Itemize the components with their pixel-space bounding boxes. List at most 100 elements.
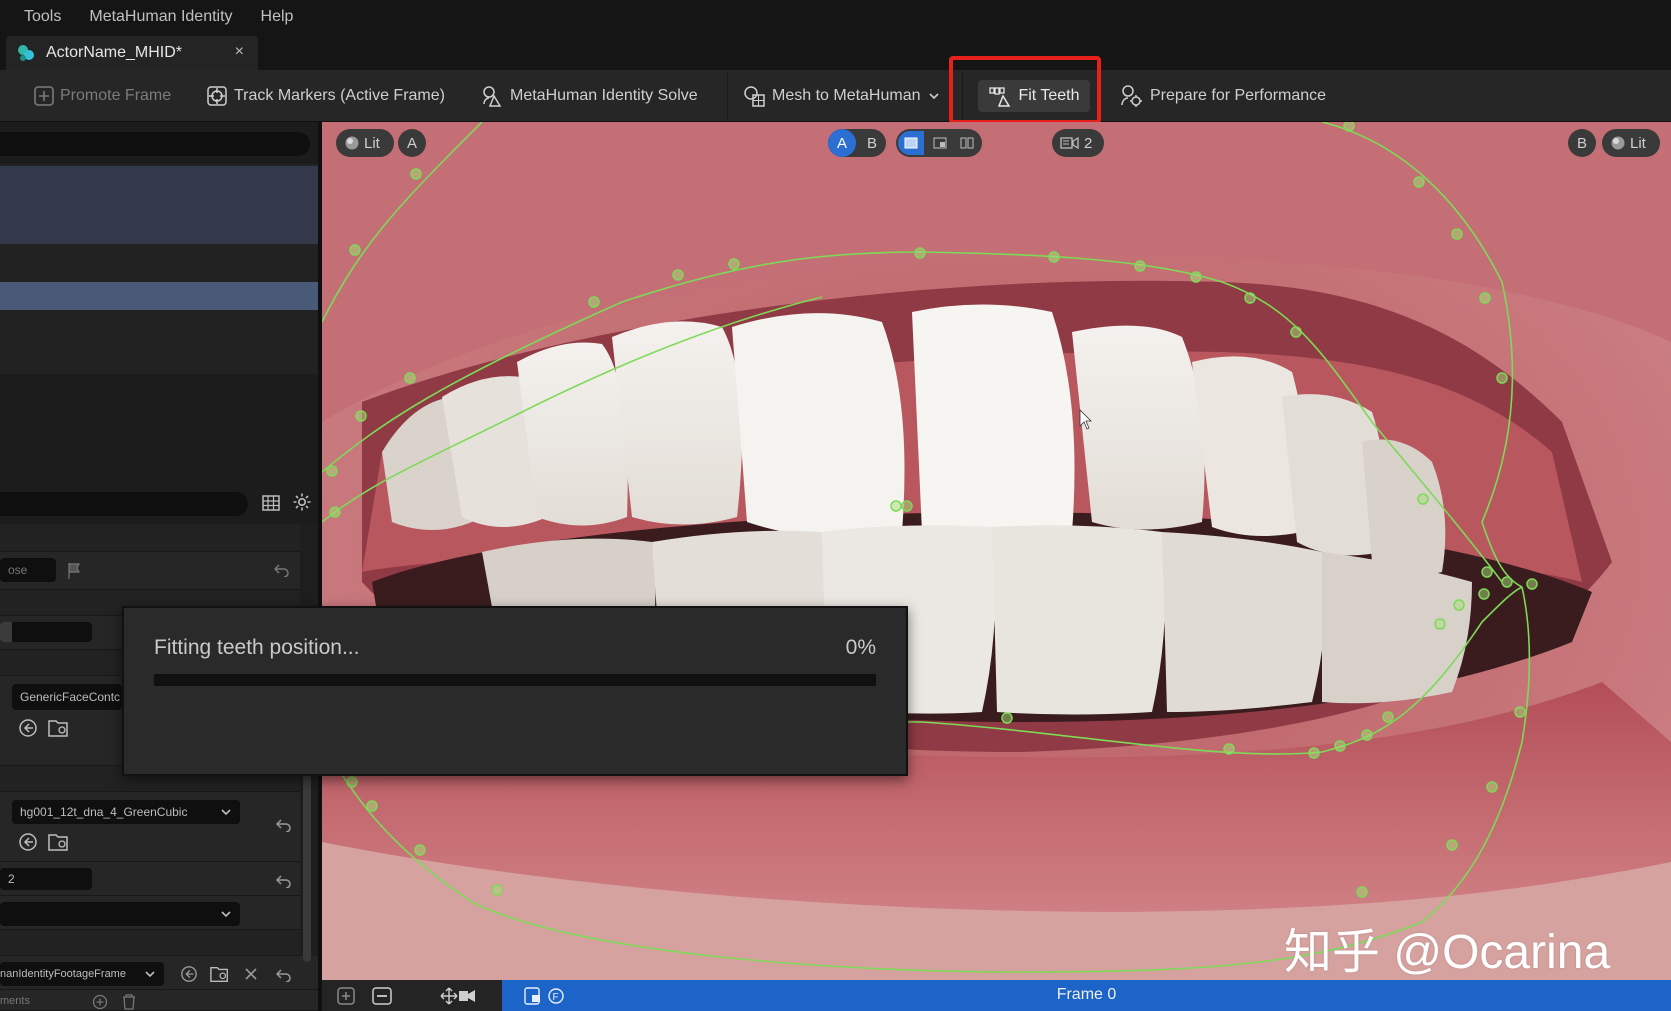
lit-sphere-icon [1611,136,1625,150]
chevron-down-icon[interactable] [927,89,941,103]
browse-arrow-icon[interactable] [18,832,38,852]
teeth-icon [989,87,1011,107]
identity-solve-label: MetaHuman Identity Solve [510,87,698,104]
view-a-button[interactable]: A [828,129,856,157]
left-view-a-button[interactable]: A [398,129,426,157]
slider-fill [0,622,12,642]
details-property-row: ments [0,990,318,1011]
mesh-icon [744,86,765,107]
document-tab-bar: ActorName_MHID* × [0,34,1671,70]
mouth-footage-image [322,122,1671,980]
details-property-row [0,896,300,930]
watermark-text: 知乎 @Ocarina [1284,926,1611,979]
gear-icon[interactable] [292,492,312,512]
reset-arrow-icon[interactable] [276,968,292,982]
plus-square-icon [34,86,54,106]
dual-view-icon [960,137,974,149]
menu-tools[interactable]: Tools [0,8,75,26]
dual-view-button[interactable] [954,131,980,155]
add-circle-icon[interactable] [92,994,108,1010]
browse-arrow-icon[interactable] [180,965,198,983]
outliner-search-input[interactable] [0,132,310,156]
lit-sphere-icon [345,136,359,150]
browse-folder-icon[interactable] [48,832,70,852]
timeline-bar[interactable]: F Frame 0 [502,980,1671,1011]
details-property-row: 2 [0,862,300,896]
table-view-icon[interactable] [262,494,280,512]
numeric-field[interactable]: 2 [0,868,92,890]
plus-square-icon [337,986,355,1005]
details-property-row: ose [0,552,300,590]
mesh-to-metahuman-label: Mesh to MetaHuman [772,87,921,104]
dna-asset-label: hg001_12t_dna_4_GreenCubic [20,805,188,819]
track-markers-button[interactable]: Track Markers (Active Frame) [206,80,445,112]
menu-help[interactable]: Help [247,8,308,26]
view-b-button[interactable]: B [858,129,886,157]
details-category-row [0,524,300,552]
empty-combo[interactable] [0,902,240,926]
right-view-b-button[interactable]: B [1568,129,1596,157]
metahuman-identity-icon [18,45,34,61]
camera-count-label: 2 [1084,134,1093,152]
document-tab[interactable]: ActorName_MHID* × [6,36,258,70]
reset-arrow-icon[interactable] [274,563,290,577]
right-lit-mode-button[interactable]: Lit [1602,129,1660,157]
single-view-button[interactable] [898,131,924,155]
view-b-label: B [866,134,877,152]
clear-x-icon[interactable] [244,967,258,981]
camera-icon [1060,136,1079,150]
promote-frame-button[interactable]: Promote Frame [34,80,171,112]
viewport[interactable]: Lit A A B 2 B Lit [322,122,1671,980]
left-panel: ose GenericFaceContc hg001_12t_dna_4_Gre… [0,122,322,1011]
slider-field[interactable] [0,622,92,642]
pose-name-field[interactable]: ose [0,558,56,582]
frame-label: Frame 0 [1056,986,1117,1003]
progress-message: Fitting teeth position... [154,636,360,659]
dna-asset-combo[interactable]: hg001_12t_dna_4_GreenCubic [12,800,240,824]
reset-arrow-icon[interactable] [276,818,292,832]
target-icon [207,86,227,106]
details-search-input[interactable] [0,492,248,516]
single-view-icon [904,137,918,149]
layout-mode-group [896,129,982,157]
right-lit-label: Lit [1630,134,1646,152]
track-markers-label: Track Markers (Active Frame) [234,87,445,104]
progress-dialog: Fitting teeth position... 0% [122,606,908,776]
add-marker-button[interactable] [332,983,360,1008]
prepare-performance-button[interactable]: Prepare for Performance [1118,80,1326,112]
chevron-down-icon [145,971,155,978]
promote-frame-label: Promote Frame [60,87,172,104]
camera-frame-button[interactable] [438,983,478,1008]
move-camera-icon [440,987,475,1004]
viewport-bottom-bar: F Frame 0 [322,980,1671,1011]
browse-arrow-icon[interactable] [18,718,38,738]
menu-metahuman-identity[interactable]: MetaHuman Identity [75,8,246,26]
chevron-down-icon [221,809,231,816]
face-contour-combo[interactable]: GenericFaceContc [12,684,122,710]
camera-count-button[interactable]: 2 [1052,129,1104,157]
flag-icon[interactable] [66,562,82,580]
outliner-hover-row[interactable] [0,166,318,244]
trash-icon[interactable] [122,994,136,1010]
gear-head-icon [1121,85,1142,107]
left-view-a-label: A [406,134,417,152]
browse-folder-icon[interactable] [48,718,70,738]
outliner-selected-row[interactable] [0,282,318,310]
browse-folder-icon[interactable] [210,964,230,984]
footage-frame-combo[interactable]: nanIdentityFootageFrame [0,962,164,986]
wipe-view-button[interactable] [927,131,953,155]
close-tab-icon[interactable]: × [235,43,244,61]
left-lit-mode-button[interactable]: Lit [336,129,394,157]
identity-solve-button[interactable]: MetaHuman Identity Solve [480,80,698,112]
fit-teeth-button[interactable]: Fit Teeth [978,80,1090,112]
fit-teeth-label: Fit Teeth [1018,87,1080,104]
toolbar-separator [727,72,728,120]
footage-frame-label: nanIdentityFootageFrame [0,968,126,980]
prepare-performance-label: Prepare for Performance [1150,87,1327,104]
reset-arrow-icon[interactable] [276,874,292,888]
mesh-to-metahuman-button[interactable]: Mesh to MetaHuman [742,80,947,112]
menu-bar: Tools MetaHuman Identity Help [0,0,1671,34]
remove-marker-button[interactable] [368,983,396,1008]
view-a-label: A [836,134,847,152]
details-property-row: hg001_12t_dna_4_GreenCubic [0,792,300,862]
